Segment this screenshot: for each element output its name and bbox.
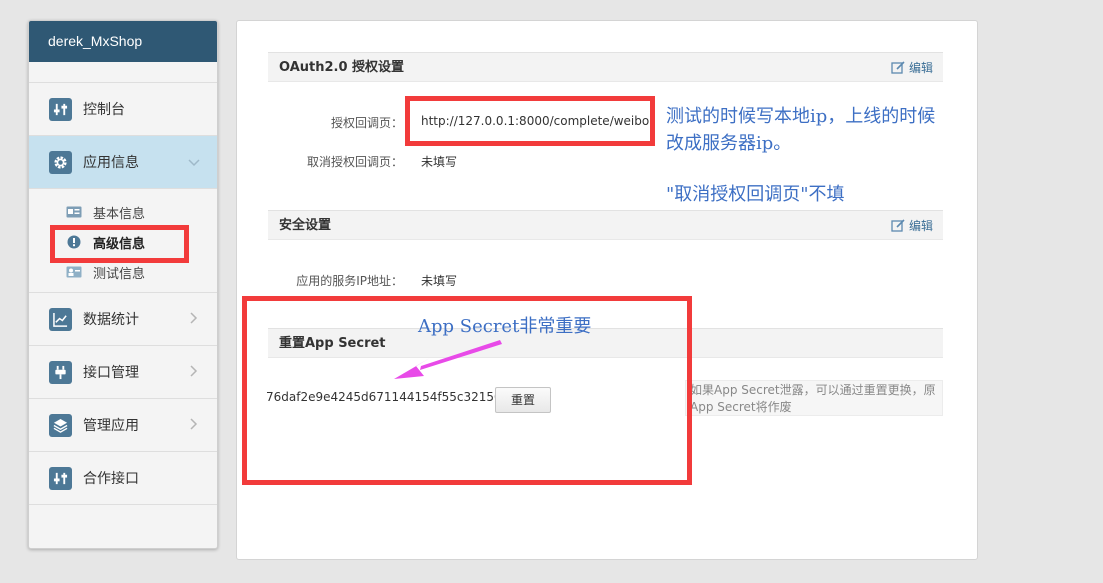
chart-icon [49,307,72,331]
security-section-title: 安全设置 [279,218,332,233]
cancel-callback-value: 未填写 [421,155,458,169]
sidebar-item-label: 应用信息 [83,155,139,171]
annotation-note-cancel: "取消授权回调页"不填 [666,184,845,205]
plug-icon [49,360,72,384]
server-ip-value: 未填写 [421,274,458,288]
sidebar-item-api[interactable]: 接口管理 [29,346,217,399]
security-edit-link[interactable]: 编辑 [891,211,933,241]
oauth-section-header: OAuth2.0 授权设置 编辑 [268,52,943,82]
server-ip-label: 应用的服务IP地址： [296,274,403,288]
chevron-right-icon [190,365,198,377]
annotation-arrow-icon [394,340,502,379]
gear-icon [49,150,72,174]
sidebar-item-label: 控制台 [83,102,125,118]
sidebar-item-label: 数据统计 [83,312,139,328]
chevron-right-icon [190,418,198,430]
sidebar-item-partner-api[interactable]: 合作接口 [29,452,217,505]
user-card-icon [66,265,82,279]
subnav-label: 基本信息 [93,206,146,222]
edit-icon [891,61,905,74]
sidebar-spacer [29,62,217,83]
annotation-note-ip: 测试的时候写本地ip，上线的时候 [666,106,936,127]
edit-label: 编辑 [908,219,933,233]
sidebar-item-app-info[interactable]: 应用信息 [29,136,217,189]
subnav-label: 测试信息 [93,266,146,282]
callback-label: 授权回调页： [330,116,403,130]
annotation-note-ip-2: 改成服务器ip。 [666,133,792,154]
annotation-box-callback-url [405,96,655,146]
oauth-section-title: OAuth2.0 授权设置 [279,60,405,75]
chevron-right-icon [190,312,198,324]
reset-secret-hint: 如果App Secret泄露，可以通过重置更换，原App Secret将作废 [685,380,943,416]
sidebar-item-label: 接口管理 [83,365,139,381]
card-icon [66,205,82,219]
oauth-edit-link[interactable]: 编辑 [891,53,933,83]
security-section-header: 安全设置 编辑 [268,210,943,240]
sidebar-item-console[interactable]: 控制台 [29,83,217,136]
sliders-icon [49,466,72,490]
edit-icon [891,219,905,232]
cancel-callback-label: 取消授权回调页： [306,155,403,169]
layers-icon [49,413,72,437]
chevron-down-icon [188,159,200,167]
subnav-item-basic-info[interactable]: 基本信息 [29,197,217,227]
sidebar-item-label: 管理应用 [83,418,139,434]
sidebar: derek_MxShop 控制台 应用信息 基本信息 高级信息 测试信息 数据统… [28,20,218,549]
sidebar-item-manage-apps[interactable]: 管理应用 [29,399,217,452]
sidebar-item-label: 合作接口 [83,471,139,487]
sidebar-item-statistics[interactable]: 数据统计 [29,293,217,346]
edit-label: 编辑 [908,61,933,75]
annotation-box-advanced-info [50,225,189,263]
app-title: derek_MxShop [29,21,217,62]
sliders-icon [49,97,72,121]
